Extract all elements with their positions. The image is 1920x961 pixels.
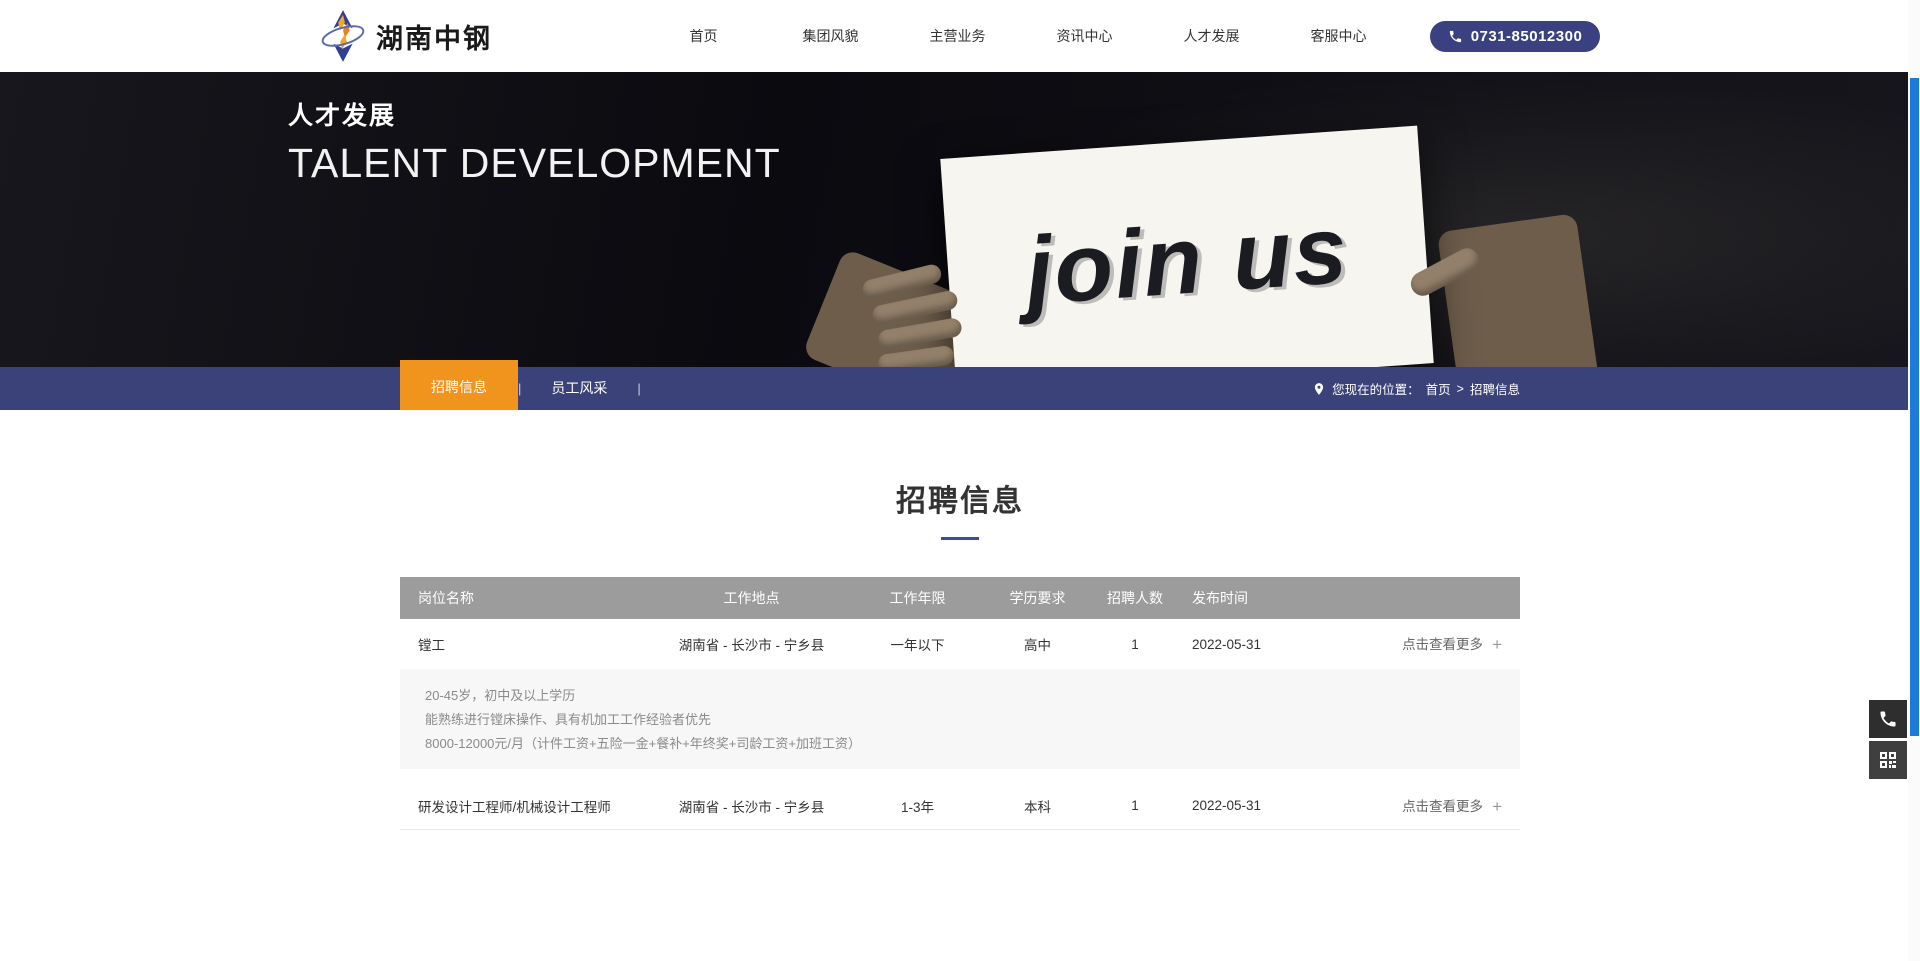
- col-header-experience: 工作年限: [850, 588, 985, 608]
- cell-position: 研发设计工程师/机械设计工程师: [400, 796, 653, 816]
- location-pin-icon: [1312, 381, 1326, 397]
- main-nav: 首页 集团风貌 主营业务 资讯中心 人才发展 客服中心: [640, 0, 1402, 72]
- table-row: 研发设计工程师/机械设计工程师 湖南省 - 长沙市 - 宁乡县 1-3年 本科 …: [400, 782, 1520, 830]
- nav-item-group-profile[interactable]: 集团风貌: [767, 0, 894, 72]
- title-underline: [941, 537, 979, 540]
- logo-icon: [320, 9, 366, 63]
- col-header-location: 工作地点: [653, 588, 850, 608]
- cell-experience: 1-3年: [850, 796, 985, 816]
- nav-item-talent[interactable]: 人才发展: [1148, 0, 1275, 72]
- banner-title-cn: 人才发展: [288, 96, 781, 132]
- cell-education: 高中: [985, 634, 1090, 654]
- col-header-publish-date: 发布时间: [1180, 588, 1330, 608]
- nav-item-service-center[interactable]: 客服中心: [1275, 0, 1402, 72]
- breadcrumb: 您现在的位置： 首页 > 招聘信息: [1312, 379, 1520, 398]
- table-header-row: 岗位名称 工作地点 工作年限 学历要求 招聘人数 发布时间: [400, 577, 1520, 619]
- right-hand: [1437, 213, 1599, 367]
- cell-publish-date: 2022-05-31: [1180, 798, 1330, 813]
- logo[interactable]: 湖南中钢: [320, 9, 492, 63]
- cell-education: 本科: [985, 796, 1090, 816]
- cell-publish-date: 2022-05-31: [1180, 637, 1330, 652]
- subnav-bar: 招聘信息 | 员工风采 | 您现在的位置： 首页 > 招聘信息: [0, 367, 1920, 410]
- top-navbar: 湖南中钢 首页 集团风貌 主营业务 资讯中心 人才发展 客服中心 0731-85…: [0, 0, 1920, 72]
- join-us-poster: join us: [940, 126, 1433, 367]
- job-detail-line: 20-45岁，初中及以上学历: [425, 684, 1520, 708]
- hero-banner: 人才发展 TALENT DEVELOPMENT join us: [0, 72, 1920, 367]
- nav-item-news-center[interactable]: 资讯中心: [1021, 0, 1148, 72]
- job-detail-line: 8000-12000元/月（计件工资+五险一金+餐补+年终奖+司龄工资+加班工资…: [425, 732, 1520, 756]
- col-header-headcount: 招聘人数: [1090, 588, 1180, 608]
- phone-icon: [1448, 29, 1463, 44]
- tab-recruitment-info[interactable]: 招聘信息: [400, 360, 518, 410]
- view-more-button[interactable]: 点击查看更多: [1402, 799, 1483, 814]
- table-row: 镗工 湖南省 - 长沙市 - 宁乡县 一年以下 高中 1 2022-05-31 …: [400, 619, 1520, 669]
- view-more-button[interactable]: 点击查看更多: [1402, 637, 1483, 652]
- job-detail-line: 能熟练进行镗床操作、具有机加工工作经验者优先: [425, 708, 1520, 732]
- phone-icon: [1878, 709, 1898, 729]
- cell-experience: 一年以下: [850, 634, 985, 654]
- phone-number: 0731-85012300: [1471, 28, 1583, 45]
- qrcode-icon: [1878, 750, 1898, 770]
- tab-staff-style[interactable]: 员工风采: [521, 367, 637, 410]
- col-header-position: 岗位名称: [400, 588, 653, 608]
- tab-separator: |: [637, 381, 640, 396]
- recruitment-table: 岗位名称 工作地点 工作年限 学历要求 招聘人数 发布时间 镗工 湖南省 - 长…: [400, 577, 1520, 830]
- banner-title-en: TALENT DEVELOPMENT: [288, 140, 781, 187]
- nav-item-main-business[interactable]: 主营业务: [894, 0, 1021, 72]
- breadcrumb-arrow: >: [1457, 382, 1464, 396]
- logo-text: 湖南中钢: [376, 17, 492, 56]
- cell-position: 镗工: [400, 634, 653, 654]
- banner-text: 人才发展 TALENT DEVELOPMENT: [288, 96, 781, 187]
- col-header-education: 学历要求: [985, 588, 1090, 608]
- plus-icon[interactable]: +: [1492, 797, 1502, 817]
- breadcrumb-home-link[interactable]: 首页: [1426, 379, 1451, 398]
- scrollbar-thumb[interactable]: [1910, 78, 1919, 736]
- plus-icon[interactable]: +: [1492, 635, 1502, 655]
- nav-item-home[interactable]: 首页: [640, 0, 767, 72]
- job-details-panel: 20-45岁，初中及以上学历 能熟练进行镗床操作、具有机加工工作经验者优先 80…: [400, 669, 1520, 769]
- breadcrumb-current: 招聘信息: [1470, 379, 1520, 398]
- main-content: 招聘信息 岗位名称 工作地点 工作年限 学历要求 招聘人数 发布时间 镗工 湖南…: [0, 410, 1920, 830]
- scrollbar-track[interactable]: [1908, 0, 1920, 961]
- cell-headcount: 1: [1090, 798, 1180, 813]
- cell-headcount: 1: [1090, 637, 1180, 652]
- poster-text: join us: [1022, 195, 1352, 327]
- breadcrumb-prefix: 您现在的位置：: [1332, 379, 1420, 398]
- floating-phone-button[interactable]: [1869, 700, 1907, 738]
- floating-qrcode-button[interactable]: [1869, 741, 1907, 779]
- cell-location: 湖南省 - 长沙市 - 宁乡县: [653, 796, 850, 816]
- cell-location: 湖南省 - 长沙市 - 宁乡县: [653, 634, 850, 654]
- phone-button[interactable]: 0731-85012300: [1430, 21, 1600, 52]
- page-title: 招聘信息: [0, 476, 1920, 520]
